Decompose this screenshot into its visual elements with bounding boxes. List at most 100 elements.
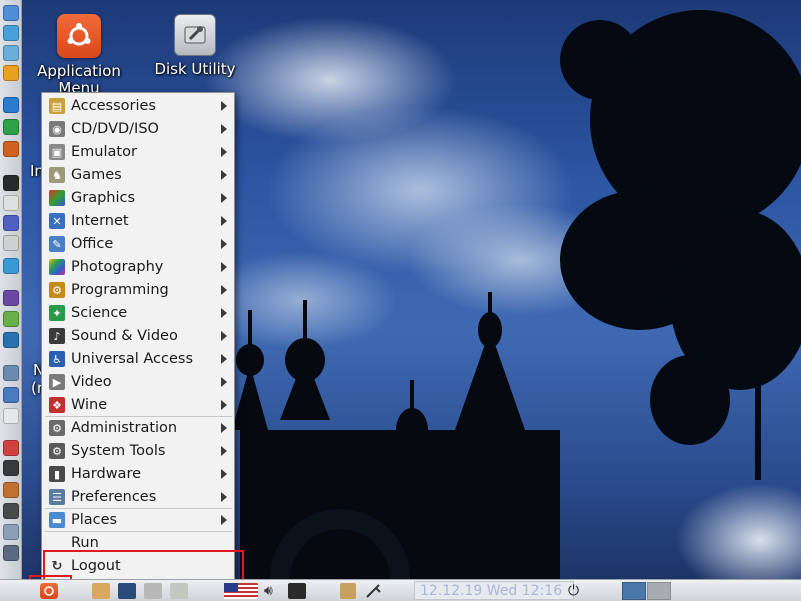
launcher-app-icon-16[interactable] [3, 365, 19, 381]
launcher-editor-icon[interactable] [3, 195, 19, 211]
clipboard-icon[interactable] [340, 583, 356, 599]
menu-item-science[interactable]: ✦ Science [44, 302, 233, 324]
desktop-icon-disk-utility[interactable]: Disk Utility [152, 14, 238, 78]
menu-item-label: Administration [71, 420, 178, 436]
launcher-browser-icon[interactable] [3, 215, 19, 231]
menu-item-programming[interactable]: ⚙ Programming [44, 279, 233, 301]
menu-item-wine[interactable]: ❖ Wine [44, 394, 233, 416]
menu-item-label: Sound & Video [71, 328, 178, 344]
menu-item-preferences[interactable]: ☰ Preferences [44, 486, 233, 508]
menu-item-label: Universal Access [71, 351, 194, 367]
menu-item-label: Internet [71, 213, 129, 229]
menu-item-administration[interactable]: ⚙ Administration [44, 417, 233, 439]
launcher-app-icon-1[interactable] [3, 5, 19, 21]
submenu-arrow-icon [221, 423, 227, 433]
launcher-app-icon-6[interactable] [3, 119, 19, 135]
submenu-arrow-icon [221, 515, 227, 525]
menu-item-graphics[interactable]: Graphics [44, 187, 233, 209]
menu-item-office[interactable]: ✎ Office [44, 233, 233, 255]
menu-item-accessories[interactable]: ▤ Accessories [44, 95, 233, 117]
accessories-icon: ▤ [49, 98, 65, 114]
cd-dvd-icon: ◉ [49, 121, 65, 137]
menu-item-label: Video [71, 374, 112, 390]
show-desktop-icon[interactable] [118, 583, 136, 599]
submenu-arrow-icon [221, 400, 227, 410]
launcher-app-icon-23[interactable] [3, 524, 19, 540]
launcher-app-icon-2[interactable] [3, 25, 19, 41]
menu-item-label: System Tools [71, 443, 166, 459]
office-icon: ✎ [49, 236, 65, 252]
photography-icon [49, 259, 65, 275]
launcher-app-icon-14[interactable] [3, 311, 19, 327]
launcher-camera-icon[interactable] [3, 503, 19, 519]
launcher-app-icon-21[interactable] [3, 482, 19, 498]
places-icon: ▬ [49, 512, 65, 528]
menu-item-system-tools[interactable]: ⚙ System Tools [44, 440, 233, 462]
administration-icon: ⚙ [49, 420, 65, 436]
keyboard-layout-flag-icon[interactable] [224, 583, 258, 599]
submenu-arrow-icon [221, 147, 227, 157]
launcher-app-icon-24[interactable] [3, 545, 19, 561]
desktop-icon-label: Disk Utility [154, 60, 236, 78]
start-menu-ubuntu-icon[interactable] [40, 583, 58, 599]
launcher-skype-icon[interactable] [3, 332, 19, 348]
trash-icon[interactable] [170, 583, 188, 599]
science-icon: ✦ [49, 305, 65, 321]
menu-item-emulator[interactable]: ▣ Emulator [44, 141, 233, 163]
launcher-app-icon-7[interactable] [3, 141, 19, 157]
launcher-app-icon-5[interactable] [3, 97, 19, 113]
launcher-fonts-icon[interactable] [3, 408, 19, 424]
submenu-arrow-icon [221, 170, 227, 180]
launcher-app-icon-3[interactable] [3, 45, 19, 61]
submenu-arrow-icon [221, 101, 227, 111]
menu-item-cd-dvd-iso[interactable]: ◉ CD/DVD/ISO [44, 118, 233, 140]
submenu-arrow-icon [221, 377, 227, 387]
menu-item-label: Programming [71, 282, 169, 298]
launcher-app-icon-20[interactable] [3, 460, 19, 476]
menu-item-universal-access[interactable]: ♿ Universal Access [44, 348, 233, 370]
power-icon[interactable]: ⏻ [568, 583, 584, 599]
menu-item-internet[interactable]: ✕ Internet [44, 210, 233, 232]
menu-item-sound-video[interactable]: ♪ Sound & Video [44, 325, 233, 347]
workspace-1[interactable] [622, 582, 646, 600]
launcher-info-icon[interactable] [3, 387, 19, 403]
system-tools-icon: ⚙ [49, 443, 65, 459]
submenu-arrow-icon [221, 469, 227, 479]
launcher-search-icon[interactable] [3, 235, 19, 251]
launcher-app-icon-19[interactable] [3, 440, 19, 456]
menu-item-label: Wine [71, 397, 108, 413]
submenu-arrow-icon [221, 331, 227, 341]
network-icon[interactable] [288, 583, 306, 599]
logout-highlight-box [43, 550, 244, 582]
launcher-app-icon-12[interactable] [3, 258, 19, 274]
menu-item-photography[interactable]: Photography [44, 256, 233, 278]
submenu-arrow-icon [221, 124, 227, 134]
launcher-vlc-icon[interactable] [3, 65, 19, 81]
menu-item-games[interactable]: ♞ Games [44, 164, 233, 186]
home-folder-icon[interactable] [92, 583, 110, 599]
submenu-arrow-icon [221, 308, 227, 318]
volume-icon[interactable]: 🔊︎ [264, 583, 282, 599]
preferences-icon: ☰ [49, 489, 65, 505]
left-launcher-panel [0, 0, 22, 579]
application-menu: ▤ Accessories ◉ CD/DVD/ISO ▣ Emulator ♞ … [41, 92, 235, 582]
wine-icon: ❖ [49, 397, 65, 413]
launcher-terminal-icon[interactable] [3, 175, 19, 191]
plug-icon[interactable] [364, 583, 384, 599]
workspace-2[interactable] [647, 582, 671, 600]
desktop-icon-application-menu[interactable]: Application Menu [36, 14, 122, 97]
menu-item-label: Graphics [71, 190, 136, 206]
launcher-app-icon-13[interactable] [3, 290, 19, 306]
graphics-icon [49, 190, 65, 206]
sound-video-icon: ♪ [49, 328, 65, 344]
panel-clock[interactable]: 12.12.19 Wed 12:16 [414, 581, 574, 600]
menu-item-hardware[interactable]: ▮ Hardware [44, 463, 233, 485]
menu-item-places[interactable]: ▬ Places [44, 509, 233, 531]
menu-item-video[interactable]: ▶ Video [44, 371, 233, 393]
file-manager-icon[interactable] [144, 583, 162, 599]
run-spacer [49, 535, 65, 551]
submenu-arrow-icon [221, 354, 227, 364]
submenu-arrow-icon [221, 492, 227, 502]
submenu-arrow-icon [221, 216, 227, 226]
menu-item-label: Places [71, 512, 118, 528]
